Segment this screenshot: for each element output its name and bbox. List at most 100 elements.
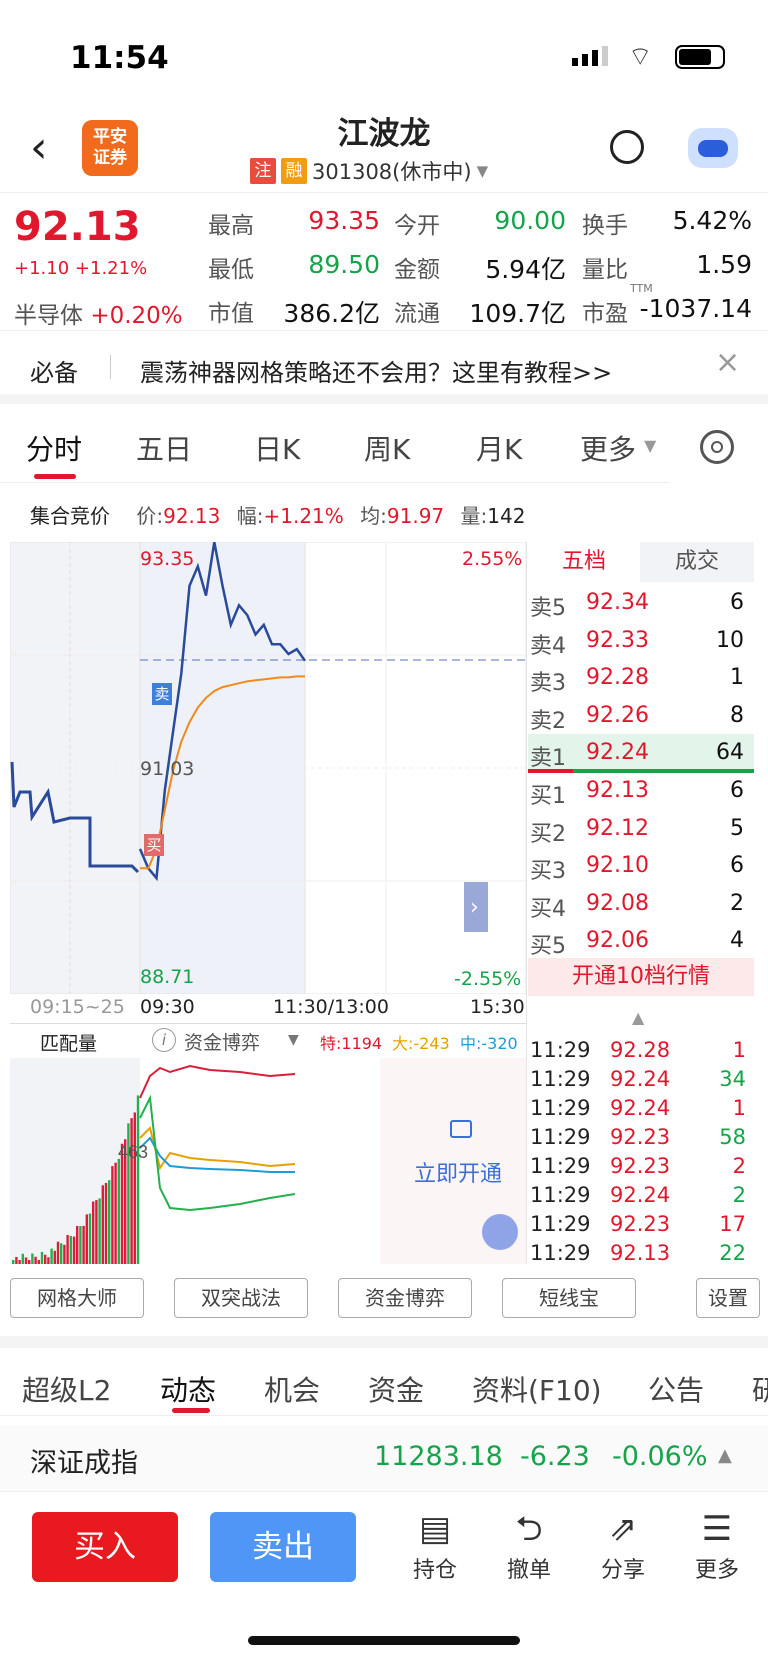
share-icon: ⇗ [608,1509,638,1549]
level-label: 买3 [530,859,566,885]
volume-bar [111,1166,114,1264]
level-price: 92.10 [586,853,649,879]
volume-bar [21,1253,24,1264]
settings-gear-icon[interactable] [700,430,734,464]
bid-row[interactable]: 买2 92.12 5 [528,810,754,847]
ask-row[interactable]: 卖3 92.28 1 [528,659,754,696]
tab-super-l2[interactable]: 超级L2 [22,1369,111,1409]
trade-volume: 22 [719,1241,746,1265]
tab-fenshi[interactable]: 分时 [26,428,82,468]
level-volume: 6 [730,853,744,879]
tool-short-line[interactable]: 短线宝 [502,1278,636,1318]
tab-announcement[interactable]: 公告 [648,1369,704,1409]
tab-rik[interactable]: 日K [254,428,300,468]
banner-text: 震荡神器网格策略还不会用？这里有教程>> [140,359,613,387]
match-volume-label[interactable]: 匹配量 [40,1029,97,1056]
quote-label: 市值 [208,301,254,327]
bid-row[interactable]: 买1 92.13 6 [528,772,754,809]
stock-code-row[interactable]: 注 融 301308(休市中) ▼ [250,156,488,186]
more-button[interactable]: ☰ 更多 [682,1506,752,1584]
tab-fund[interactable]: 资金 [368,1369,424,1409]
volume-bar [117,1158,120,1264]
tab-zhouk[interactable]: 周K [364,428,410,468]
tab-opportunity[interactable]: 机会 [264,1369,320,1409]
auction-price: 92.13 [163,504,221,528]
tool-settings[interactable]: 设置 [696,1278,760,1318]
fund-game-dropdown[interactable]: 资金博弈 [184,1028,260,1055]
volume-bar [34,1256,37,1264]
sector-name: 半导体 [14,303,83,329]
price-change: +1.10 +1.21% [14,258,147,279]
ask-row[interactable]: 卖1 92.24 64 [528,734,754,772]
trade-volume: 17 [719,1212,746,1236]
sell-button[interactable]: 卖出 [210,1512,356,1582]
tool-fund-game[interactable]: 资金博弈 [338,1278,472,1318]
level-volume: 1 [730,665,744,691]
level-volume: 4 [730,928,744,954]
search-icon[interactable] [610,130,644,164]
quote-value: 109.7亿 [469,299,566,328]
quote-value: 386.2亿 [283,299,380,328]
tool-double-break[interactable]: 双突战法 [174,1278,308,1318]
volume-bar [85,1214,88,1264]
tab-yuek[interactable]: 月K [476,428,522,468]
fullscreen-icon[interactable] [482,1214,518,1250]
volume-bar [133,1112,136,1264]
tab-more[interactable]: 更多 [580,428,636,468]
ask-row[interactable]: 卖5 92.34 6 [528,584,754,621]
cancel-order-button[interactable]: ⮌ 撤单 [494,1506,564,1584]
time-axis: 09:15~25 09:30 11:30/13:00 15:30 [10,996,526,1024]
volume-bar [104,1182,108,1264]
bid-row[interactable]: 买3 92.10 6 [528,847,754,884]
intraday-chart[interactable]: › [10,542,526,994]
auction-row: 集合竞价 价:92.13 幅:+1.21% 均:91.97 量:142 [30,500,525,529]
bid-row[interactable]: 买4 92.08 2 [528,885,754,922]
ask-row[interactable]: 卖4 92.33 10 [528,622,754,659]
trade-time: 11:29 [530,1038,591,1062]
pct-low-label: -2.55% [454,968,522,990]
quote-label: 金额 [394,257,440,283]
level-label: 买5 [530,934,566,960]
close-icon[interactable]: × [715,345,740,380]
tool-grid-master[interactable]: 网格大师 [10,1278,144,1318]
trade-price: 92.24 [610,1067,671,1091]
hold-button[interactable]: ▤ 持仓 [400,1506,470,1584]
more-caret-icon: ▼ [644,436,657,455]
bid-ask-divider [528,769,754,773]
home-indicator [248,1636,520,1645]
tab-wudang[interactable]: 五档 [528,542,640,582]
tab-dynamic[interactable]: 动态 [160,1369,216,1409]
quote-value: 89.50 [308,250,380,279]
tab-f10[interactable]: 资料(F10) [472,1369,602,1409]
battery-icon [675,45,725,69]
tab-trades[interactable]: 成交 [640,542,754,582]
quote-label: 量比 [582,257,628,283]
ask-row[interactable]: 卖2 92.26 8 [528,697,754,734]
volume-bar [12,1260,15,1264]
bid-row[interactable]: 买5 92.06 4 [528,922,754,959]
expand-arrow-icon: › [470,895,479,920]
index-row[interactable]: 深证成指 11283.18 -6.23 -0.06% ▲ [0,1425,768,1491]
buy-button[interactable]: 买入 [32,1512,178,1582]
tab-research[interactable]: 研 [752,1369,768,1409]
volume-bar [76,1225,79,1264]
promo-banner[interactable]: 必备 震荡神器网格策略还不会用？这里有教程>> × [0,330,768,404]
trade-price: 92.24 [610,1183,671,1207]
quote-label: 今开 [394,213,440,239]
level-volume: 2 [730,890,744,916]
upgrade-banner[interactable]: 开通10档行情 [528,958,754,996]
hold-label: 持仓 [412,1558,457,1583]
trade-price: 92.24 [610,1096,671,1120]
index-expand-icon[interactable]: ▲ [718,1445,732,1466]
robot-icon[interactable] [688,128,738,168]
tab-wuri[interactable]: 五日 [136,428,192,468]
collapse-up-icon[interactable]: ▲ [632,1008,644,1027]
level-label: 买2 [530,821,566,847]
volume-bar [24,1257,28,1264]
info-icon[interactable]: i [152,1028,176,1052]
sector-row[interactable]: 半导体 +0.20% [14,296,183,330]
unlock-button[interactable]: 立即开通 [414,1156,502,1188]
fund-dropdown-icon: ▼ [288,1032,299,1048]
cancel-label: 撤单 [506,1558,551,1583]
share-button[interactable]: ⇗ 分享 [588,1506,658,1584]
